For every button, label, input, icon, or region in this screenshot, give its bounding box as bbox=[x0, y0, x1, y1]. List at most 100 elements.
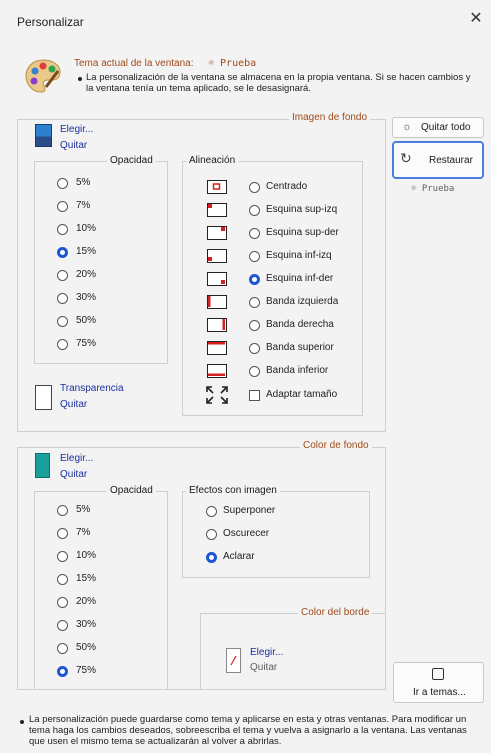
theme-name: ☼ Prueba bbox=[208, 58, 257, 69]
image-opacity-radio[interactable] bbox=[57, 316, 68, 327]
alignment-6-icon bbox=[207, 318, 227, 332]
effect-option-label: Aclarar bbox=[223, 551, 255, 562]
color-opacity-option-label: 30% bbox=[76, 619, 97, 630]
color-opacity-radio[interactable] bbox=[57, 528, 68, 539]
alignment-radio[interactable] bbox=[249, 320, 260, 331]
image-opacity-radio[interactable] bbox=[57, 339, 68, 350]
choose-color-link[interactable]: Elegir... bbox=[60, 453, 93, 464]
side-theme-name: ☼ Prueba bbox=[411, 184, 455, 194]
effect-option-label: Oscurecer bbox=[223, 528, 270, 539]
image-opacity-option-label: 7% bbox=[76, 200, 91, 211]
image-opacity-option-label: 5% bbox=[76, 177, 91, 188]
restore-button[interactable]: ↻ Restaurar bbox=[392, 141, 484, 179]
alignment-option-label: Esquina inf-der bbox=[266, 273, 334, 284]
alignment-radio[interactable] bbox=[249, 274, 260, 285]
alignment-radio[interactable] bbox=[249, 251, 260, 262]
alignment-option-label: Esquina inf-izq bbox=[266, 250, 332, 261]
color-opacity-radio[interactable] bbox=[57, 643, 68, 654]
image-opacity-radio[interactable] bbox=[57, 178, 68, 189]
image-opacity-label: Opacidad bbox=[107, 155, 156, 166]
image-opacity-radio[interactable] bbox=[57, 224, 68, 235]
bullet-icon bbox=[20, 720, 24, 724]
alignment-8-icon bbox=[207, 364, 227, 378]
color-opacity-radio[interactable] bbox=[57, 597, 68, 608]
color-opacity-option-label: 5% bbox=[76, 504, 91, 515]
color-opacity-label: Opacidad bbox=[107, 485, 156, 496]
alignment-7-icon bbox=[207, 341, 227, 355]
save-icon bbox=[432, 668, 444, 680]
image-icon bbox=[35, 124, 52, 147]
alignment-3-icon bbox=[207, 249, 227, 263]
alignment-radio[interactable] bbox=[249, 228, 260, 239]
close-icon[interactable]: ✕ bbox=[466, 9, 486, 29]
alignment-radio[interactable] bbox=[249, 297, 260, 308]
remove-image-link[interactable]: Quitar bbox=[60, 140, 87, 151]
effects-label: Efectos con imagen bbox=[186, 485, 280, 496]
theme-label: Tema actual de la ventana: bbox=[74, 58, 194, 69]
restore-label: Restaurar bbox=[429, 155, 473, 166]
alignment-label: Alineación bbox=[186, 155, 239, 166]
clear-all-label: Quitar todo bbox=[421, 122, 471, 133]
remove-transparency-link[interactable]: Quitar bbox=[60, 399, 87, 410]
background-color-swatch bbox=[35, 453, 50, 478]
image-opacity-radio[interactable] bbox=[57, 270, 68, 281]
alignment-option-label: Centrado bbox=[266, 181, 308, 192]
image-opacity-option-label: 50% bbox=[76, 315, 97, 326]
color-opacity-option-label: 7% bbox=[76, 527, 91, 538]
header-note: La personalización de la ventana se alma… bbox=[86, 72, 471, 94]
color-opacity-option-label: 20% bbox=[76, 596, 97, 607]
image-opacity-option-label: 30% bbox=[76, 292, 97, 303]
color-opacity-option-label: 50% bbox=[76, 642, 97, 653]
alignment-1-icon bbox=[207, 203, 227, 217]
border-color-group-label: Color del borde bbox=[298, 607, 373, 618]
go-to-themes-label: Ir a temas... bbox=[413, 687, 466, 698]
background-image-group-label: Imagen de fondo bbox=[289, 112, 371, 123]
image-opacity-radio[interactable] bbox=[57, 247, 68, 258]
color-opacity-option-label: 15% bbox=[76, 573, 97, 584]
alignment-option-label: Esquina sup-izq bbox=[266, 204, 338, 215]
transparency-link[interactable]: Transparencia bbox=[60, 383, 124, 394]
alignment-2-icon bbox=[207, 226, 227, 240]
alignment-radio[interactable] bbox=[249, 343, 260, 354]
alignment-radio[interactable] bbox=[249, 182, 260, 193]
color-opacity-radio[interactable] bbox=[57, 505, 68, 516]
alignment-option-label: Esquina sup-der bbox=[266, 227, 339, 238]
bullet-icon bbox=[78, 77, 82, 81]
color-opacity-radio[interactable] bbox=[57, 551, 68, 562]
fit-size-icon bbox=[206, 386, 228, 404]
alignment-option-label: Banda derecha bbox=[266, 319, 334, 330]
image-opacity-option-label: 75% bbox=[76, 338, 97, 349]
alignment-radio[interactable] bbox=[249, 366, 260, 377]
fit-size-label: Adaptar tamaño bbox=[266, 389, 338, 400]
alignment-0-icon bbox=[207, 180, 227, 194]
color-opacity-radio[interactable] bbox=[57, 574, 68, 585]
image-opacity-radio[interactable] bbox=[57, 201, 68, 212]
palette-icon bbox=[24, 57, 62, 95]
effect-radio[interactable] bbox=[206, 529, 217, 540]
border-color-swatch bbox=[226, 648, 241, 673]
alignment-radio[interactable] bbox=[249, 205, 260, 216]
choose-border-color-link[interactable]: Elegir... bbox=[250, 647, 283, 658]
go-to-themes-button[interactable]: Ir a temas... bbox=[393, 662, 484, 703]
alignment-option-label: Banda inferior bbox=[266, 365, 329, 376]
image-opacity-radio[interactable] bbox=[57, 293, 68, 304]
color-opacity-option-label: 10% bbox=[76, 550, 97, 561]
fit-size-checkbox[interactable] bbox=[249, 390, 260, 401]
clear-all-button[interactable]: ☼ Quitar todo bbox=[392, 117, 484, 138]
image-opacity-option-label: 20% bbox=[76, 269, 97, 280]
effect-radio[interactable] bbox=[206, 506, 217, 517]
remove-color-link[interactable]: Quitar bbox=[60, 469, 87, 480]
title-bar: Personalizar ✕ bbox=[0, 0, 491, 40]
image-opacity-group bbox=[34, 161, 168, 364]
remove-border-color-link[interactable]: Quitar bbox=[250, 662, 277, 673]
transparency-swatch bbox=[35, 385, 52, 410]
background-color-group-label: Color de fondo bbox=[300, 440, 372, 451]
image-opacity-option-label: 10% bbox=[76, 223, 97, 234]
choose-image-link[interactable]: Elegir... bbox=[60, 124, 93, 135]
alignment-4-icon bbox=[207, 272, 227, 286]
color-opacity-radio[interactable] bbox=[57, 620, 68, 631]
alignment-option-label: Banda izquierda bbox=[266, 296, 339, 307]
effect-radio[interactable] bbox=[206, 552, 217, 563]
color-opacity-radio[interactable] bbox=[57, 666, 68, 677]
color-opacity-group bbox=[34, 491, 168, 690]
